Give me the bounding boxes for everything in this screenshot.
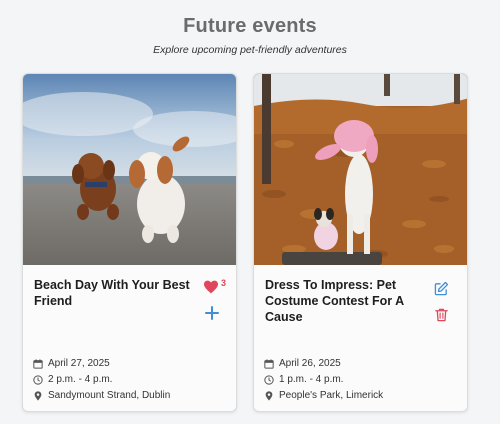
event-date-text: April 27, 2025	[48, 358, 110, 369]
page-subtitle: Explore upcoming pet-friendly adventures	[153, 44, 347, 56]
plus-icon	[205, 306, 219, 320]
event-image-costume	[254, 74, 467, 265]
clock-icon	[33, 374, 43, 385]
event-title[interactable]: Beach Day With Your Best Friend	[34, 277, 194, 309]
edit-button[interactable]	[434, 281, 449, 296]
event-location: People's Park, Limerick	[264, 390, 383, 401]
location-pin-icon	[265, 390, 273, 401]
event-time: 1 p.m. - 4 p.m.	[264, 374, 343, 385]
like-button[interactable]: 3	[203, 278, 233, 298]
location-pin-icon	[34, 390, 42, 401]
event-time: 2 p.m. - 4 p.m.	[33, 374, 112, 385]
calendar-icon	[33, 358, 43, 369]
event-date: April 27, 2025	[33, 358, 110, 369]
event-title[interactable]: Dress To Impress: Pet Costume Contest Fo…	[265, 277, 430, 325]
event-time-text: 1 p.m. - 4 p.m.	[279, 374, 344, 385]
page-title: Future events	[183, 15, 317, 37]
event-location-text: People's Park, Limerick	[279, 390, 384, 401]
heart-icon[interactable]	[203, 280, 219, 294]
event-time-text: 2 p.m. - 4 p.m.	[48, 374, 113, 385]
clock-icon	[264, 374, 274, 385]
event-card[interactable]: Beach Day With Your Best Friend 3 April …	[22, 73, 237, 412]
calendar-icon	[264, 358, 274, 369]
like-count: 3	[221, 278, 227, 288]
edit-icon	[434, 281, 449, 296]
event-location-text: Sandymount Strand, Dublin	[48, 390, 171, 401]
event-date-text: April 26, 2025	[279, 358, 341, 369]
event-date: April 26, 2025	[264, 358, 341, 369]
event-image-beach	[23, 74, 236, 265]
delete-button[interactable]	[434, 307, 449, 322]
add-button[interactable]	[205, 306, 219, 320]
event-location: Sandymount Strand, Dublin	[33, 390, 170, 401]
trash-icon	[435, 308, 448, 322]
event-card[interactable]: Dress To Impress: Pet Costume Contest Fo…	[253, 73, 468, 412]
